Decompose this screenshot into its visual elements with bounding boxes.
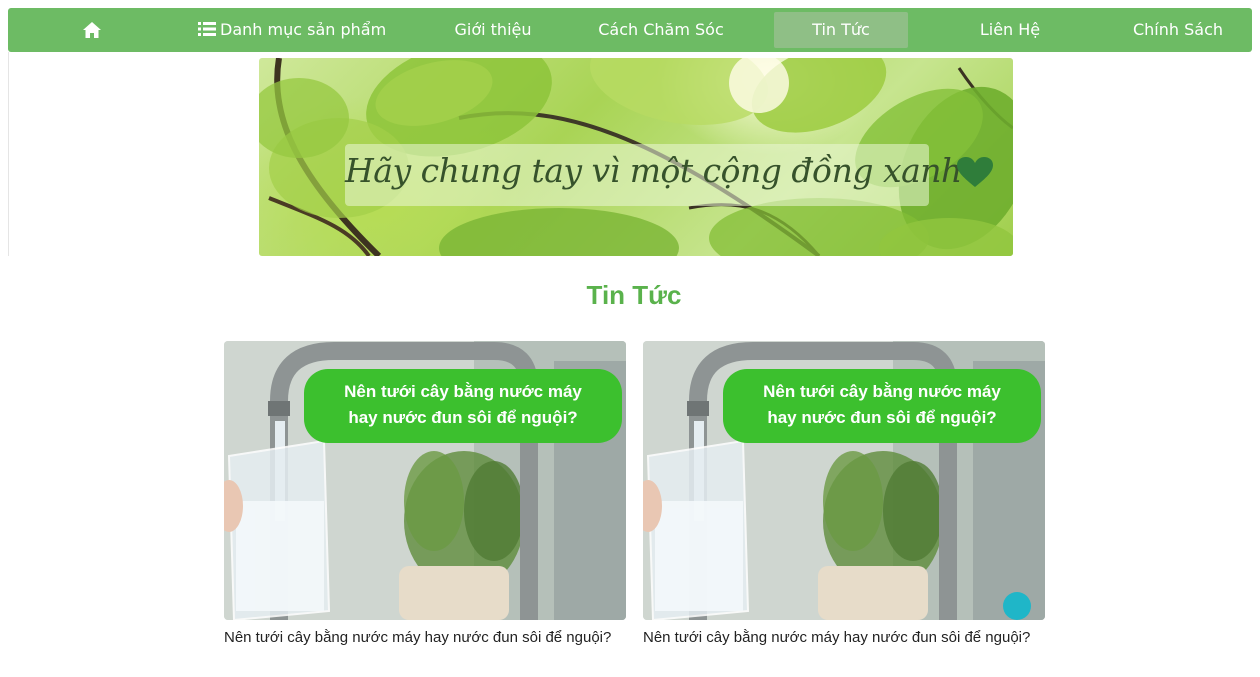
section-title: Tin Tức	[586, 280, 682, 310]
article-card[interactable]: Nên tưới cây bằng nước máy hay nước đun …	[224, 341, 626, 648]
article-title[interactable]: Nên tưới cây bằng nước máy hay nước đun …	[643, 628, 1033, 648]
caption-line: Nên tưới cây bằng nước máy	[344, 382, 582, 401]
slogan-text: Hãy chung tay vì một cộng đồng xanh	[345, 151, 962, 190]
nav-about[interactable]: Giới thiệu	[438, 12, 548, 48]
nav-label: Cách Chăm Sóc	[598, 20, 724, 39]
nav-home[interactable]	[74, 12, 110, 48]
nav-care-guide[interactable]: Cách Chăm Sóc	[586, 12, 736, 48]
banner-slogan: Hãy chung tay vì một cộng đồng xanh	[345, 151, 993, 190]
divider	[8, 52, 9, 256]
nav-label: Giới thiệu	[454, 20, 532, 39]
main-navbar: Danh mục sản phẩm Giới thiệu Cách Chăm S…	[8, 8, 1252, 52]
image-caption-bubble: Nên tưới cây bằng nước máy hay nước đun …	[304, 369, 622, 443]
nav-label: Danh mục sản phẩm	[220, 20, 387, 39]
hero-banner: Hãy chung tay vì một cộng đồng xanh	[259, 58, 1013, 256]
nav-policy[interactable]: Chính Sách	[1120, 12, 1236, 48]
caption-line: Nên tưới cây bằng nước máy	[763, 382, 1001, 401]
heart-icon	[956, 157, 993, 187]
home-icon	[83, 22, 101, 38]
caption-line: hay nước đun sôi để nguội?	[767, 408, 997, 427]
nav-contact[interactable]: Liên Hệ	[960, 12, 1060, 48]
nav-label: Chính Sách	[1132, 20, 1224, 39]
nav-product-categories[interactable]: Danh mục sản phẩm	[198, 12, 386, 48]
list-icon	[198, 22, 216, 36]
scroll-to-top-button[interactable]	[1003, 592, 1031, 620]
image-caption-bubble: Nên tưới cây bằng nước máy hay nước đun …	[723, 369, 1041, 443]
article-title[interactable]: Nên tưới cây bằng nước máy hay nước đun …	[224, 628, 614, 648]
article-card[interactable]: Nên tưới cây bằng nước máy hay nước đun …	[643, 341, 1045, 648]
nav-label: Liên Hệ	[979, 20, 1041, 39]
nav-news[interactable]: Tin Tức	[774, 12, 908, 48]
article-image[interactable]: Nên tưới cây bằng nước máy hay nước đun …	[224, 341, 626, 620]
nav-label: Tin Tức	[812, 20, 870, 39]
caption-line: hay nước đun sôi để nguội?	[348, 408, 578, 427]
article-image[interactable]: Nên tưới cây bằng nước máy hay nước đun …	[643, 341, 1045, 620]
